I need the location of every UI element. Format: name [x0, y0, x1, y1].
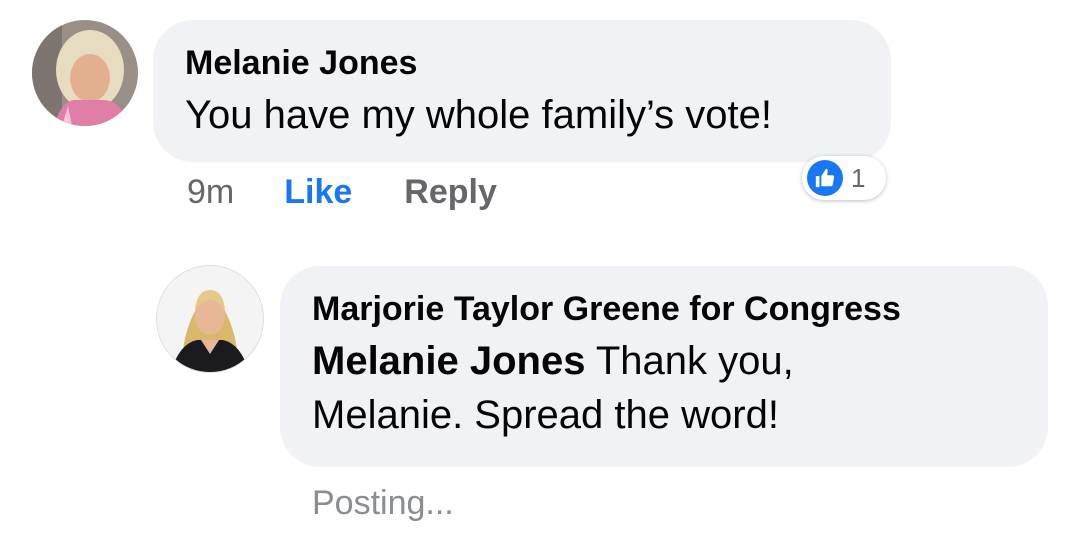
- reply-text-line-2: Melanie. Spread the word!: [312, 393, 779, 437]
- avatar-melanie-jones[interactable]: [32, 20, 138, 126]
- comment-actions: 9m Like Reply: [187, 170, 497, 214]
- mention-melanie-jones[interactable]: Melanie Jones: [312, 339, 585, 383]
- reply-button[interactable]: Reply: [404, 170, 497, 214]
- comment-author[interactable]: Melanie Jones: [185, 42, 859, 84]
- reply-bubble: Marjorie Taylor Greene for Congress Mela…: [280, 266, 1048, 467]
- posting-status: Posting...: [312, 484, 454, 522]
- reply-text-part-1: Thank you,: [585, 339, 794, 383]
- comment-timestamp[interactable]: 9m: [187, 170, 234, 214]
- thumbs-up-icon: [807, 160, 843, 196]
- reply-text-line-1: Melanie Jones Thank you,: [312, 334, 1016, 388]
- like-button[interactable]: Like: [284, 170, 352, 214]
- reaction-badge[interactable]: 1: [802, 156, 886, 200]
- reply-text: Melanie Jones Thank you, Melanie. Spread…: [312, 334, 1016, 442]
- comment-bubble: Melanie Jones You have my whole family’s…: [153, 20, 891, 162]
- comment-text: You have my whole family’s vote!: [185, 93, 772, 137]
- reply-author[interactable]: Marjorie Taylor Greene for Congress: [312, 288, 1016, 330]
- avatar-marjorie-taylor-greene[interactable]: [157, 266, 263, 372]
- reaction-count: 1: [851, 162, 866, 193]
